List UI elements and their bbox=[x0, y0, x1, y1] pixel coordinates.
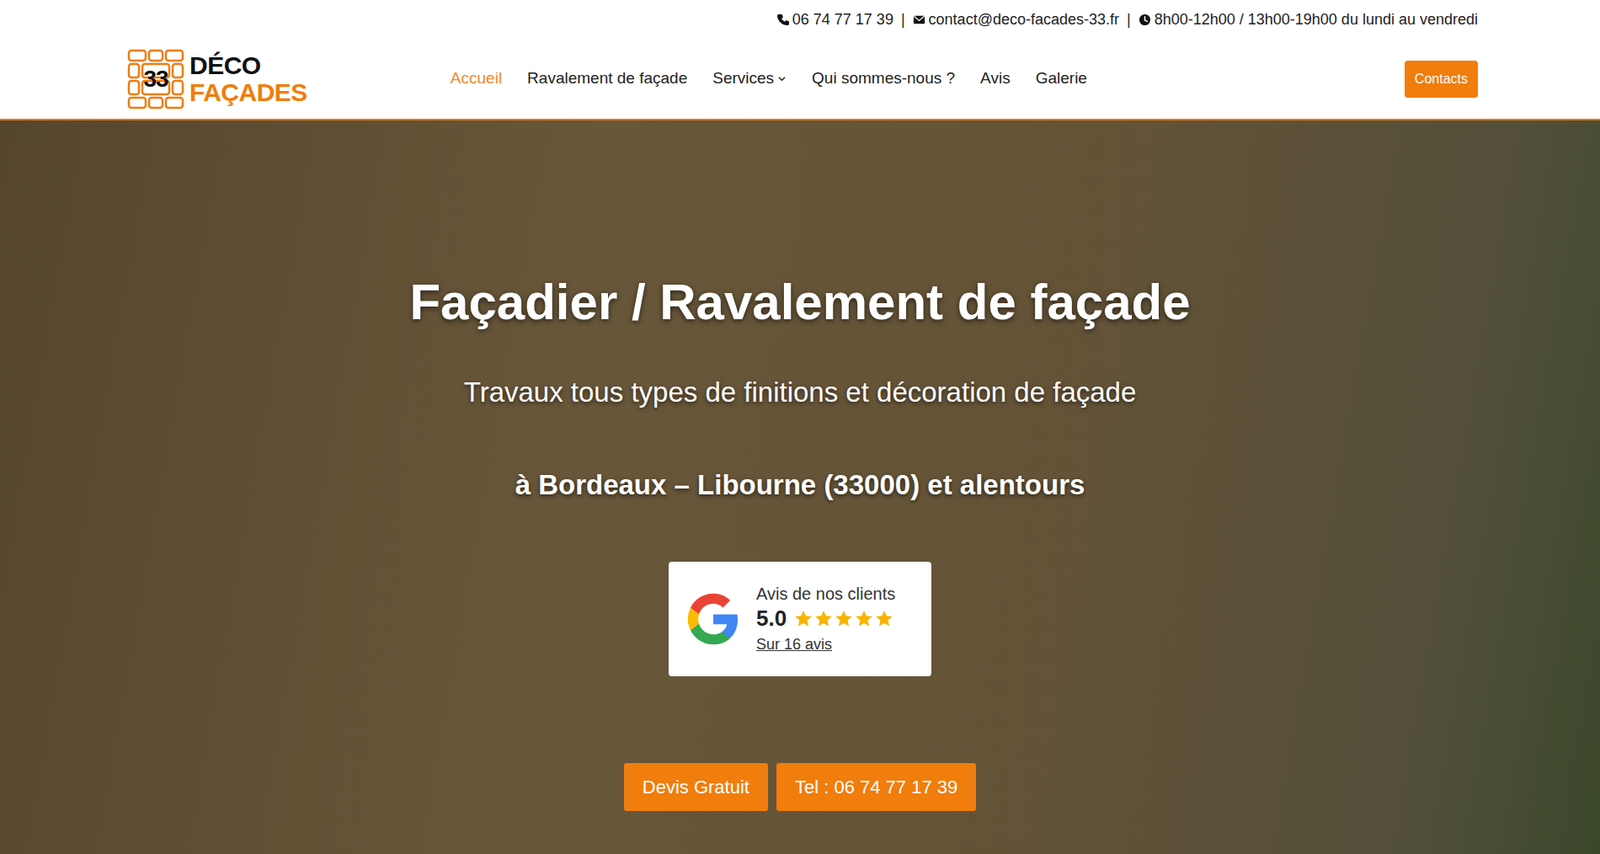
star-rating bbox=[793, 608, 895, 630]
nav-label: Qui sommes-nous ? bbox=[811, 66, 955, 91]
review-score: 5.0 bbox=[756, 604, 787, 634]
top-bar: 06 74 77 17 39|contact@deco-facades-33.f… bbox=[0, 0, 1600, 39]
nav-label: Ravalement de façade bbox=[527, 66, 688, 91]
nav-label: Accueil bbox=[450, 66, 502, 91]
phone-icon bbox=[776, 13, 790, 27]
logo-number: 33 bbox=[143, 67, 168, 91]
contact-email[interactable]: contact@deco-facades-33.fr bbox=[912, 8, 1120, 32]
main-header: 33 DÉCOFAÇADES Accueil Ravalement de façade… bbox=[0, 38, 1600, 121]
nav-label: Avis bbox=[980, 66, 1011, 91]
review-text: Avis de nos clients5.0Sur 16 avis bbox=[756, 582, 896, 656]
nav-link[interactable]: Galerie bbox=[1035, 66, 1088, 91]
contact-phone[interactable]: 06 74 77 17 39 bbox=[776, 8, 894, 32]
contact-text: 06 74 77 17 39 bbox=[792, 8, 894, 32]
logo-mark: 33 bbox=[127, 48, 185, 110]
call-button[interactable]: Tel : 06 74 77 17 39 bbox=[776, 762, 976, 811]
star-icon bbox=[813, 608, 834, 630]
score-row: 5.0 bbox=[756, 604, 896, 634]
nav-link[interactable]: Qui sommes-nous ? bbox=[811, 66, 955, 91]
nav-link[interactable]: Ravalement de façade bbox=[527, 66, 688, 91]
chevron-down-icon bbox=[777, 74, 787, 84]
email-icon bbox=[912, 13, 926, 27]
clock-icon bbox=[1138, 13, 1152, 27]
nav-link[interactable]: Accueil bbox=[450, 66, 502, 91]
nav-link[interactable]: Avis bbox=[980, 66, 1011, 91]
star-icon bbox=[874, 608, 895, 630]
logo-line: FAÇADES bbox=[189, 79, 308, 107]
star-icon bbox=[853, 608, 875, 630]
hero-buttons: Devis GratuitTel : 06 74 77 17 39 bbox=[624, 762, 976, 811]
logo[interactable]: 33 DÉCOFAÇADES bbox=[127, 48, 308, 110]
review-count[interactable]: Sur 16 avis bbox=[756, 633, 896, 656]
hero-location: à Bordeaux – Libourne (33000) et alentou… bbox=[515, 468, 1086, 502]
hero-title: Façadier / Ravalement de façade bbox=[409, 272, 1190, 333]
google-icon bbox=[685, 591, 742, 647]
review-card[interactable]: Avis de nos clients5.0Sur 16 avis bbox=[668, 561, 932, 677]
nav-label: Services bbox=[712, 66, 774, 91]
logo-line: DÉCO bbox=[189, 52, 308, 80]
main-nav: Accueil Ravalement de façade Services Qui s… bbox=[450, 66, 1088, 91]
contact-text: contact@deco-facades-33.fr bbox=[928, 8, 1120, 32]
quote-button[interactable]: Devis Gratuit bbox=[624, 762, 768, 811]
nav-label: Galerie bbox=[1035, 66, 1088, 91]
hero: Façadier / Ravalement de façade Travaux t… bbox=[0, 120, 1600, 854]
contact-hours: 8h00-12h00 / 13h00-19h00 du lundi au ven… bbox=[1138, 8, 1478, 32]
logo-text: DÉCOFAÇADES bbox=[189, 52, 308, 106]
star-icon bbox=[833, 608, 854, 630]
contact-text: 8h00-12h00 / 13h00-19h00 du lundi au ven… bbox=[1154, 8, 1478, 32]
review-label: Avis de nos clients bbox=[756, 582, 896, 605]
separator: | bbox=[901, 8, 906, 32]
hero-subtitle: Travaux tous types de finitions et décor… bbox=[464, 375, 1137, 410]
separator: | bbox=[1126, 8, 1131, 32]
contacts-button[interactable]: Contacts bbox=[1404, 60, 1478, 98]
star-icon bbox=[793, 608, 814, 630]
nav-link[interactable]: Services bbox=[712, 66, 787, 91]
